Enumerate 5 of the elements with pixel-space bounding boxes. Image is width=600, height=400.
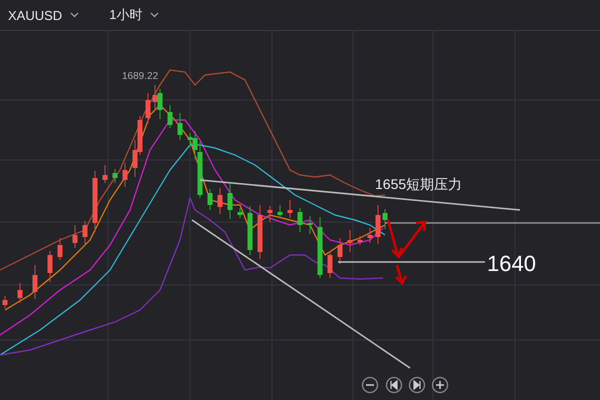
resistance-label: 1655短期压力 bbox=[375, 176, 462, 192]
support-label: 1640 bbox=[487, 251, 536, 276]
symbol-dropdown[interactable]: XAUUSD bbox=[8, 8, 80, 22]
timeframe-dropdown[interactable]: 1小时 bbox=[109, 6, 160, 24]
high-price-label: 1689.22 bbox=[122, 71, 158, 82]
